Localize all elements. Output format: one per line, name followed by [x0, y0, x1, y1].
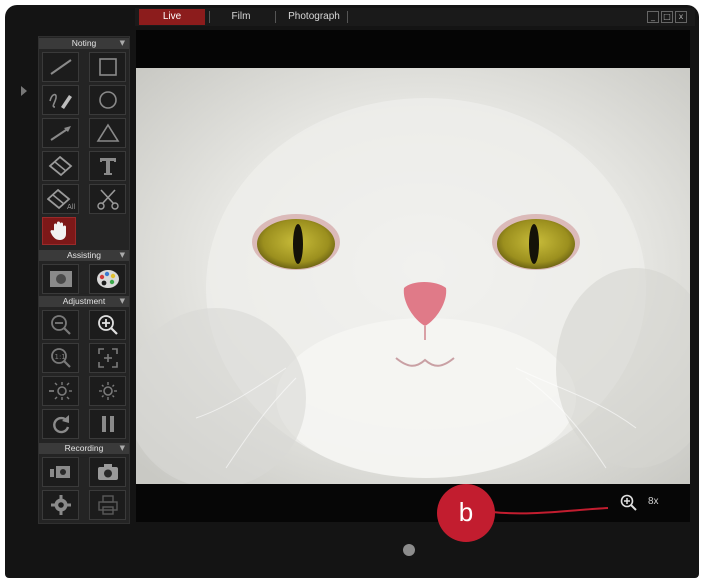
settings-button[interactable]	[42, 490, 79, 520]
eraser-tool-button[interactable]	[42, 151, 79, 181]
zoom-level-value: 8x	[648, 496, 659, 507]
minimize-button[interactable]: _	[647, 11, 659, 23]
rectangle-icon	[98, 58, 117, 76]
freehand-pencil-icon	[48, 93, 72, 109]
zoom-in-icon	[97, 315, 118, 335]
freehand-tool-button[interactable]	[42, 85, 79, 115]
brightness-up-button[interactable]	[89, 376, 126, 406]
section-label: Recording	[64, 443, 104, 453]
callout-badge: b	[437, 484, 495, 542]
brightness-up-icon	[98, 382, 117, 400]
scissors-tool-button[interactable]	[89, 184, 126, 214]
tab-photograph[interactable]: Photograph	[281, 9, 347, 25]
tab-divider	[275, 11, 276, 23]
settings-gear-icon	[50, 495, 71, 515]
section-noting[interactable]: Noting ▼	[39, 38, 129, 49]
brightness-down-button[interactable]	[42, 376, 79, 406]
brightness-down-icon	[48, 382, 72, 400]
live-camera-image[interactable]	[136, 68, 690, 484]
pause-icon	[101, 416, 114, 432]
color-palette-button[interactable]	[89, 264, 126, 294]
tab-divider	[347, 11, 348, 23]
hand-pan-tool-button[interactable]	[42, 217, 76, 245]
video-camera-icon	[49, 466, 70, 478]
rotate-button[interactable]	[42, 409, 79, 439]
clear-all-tool-button[interactable]: All	[42, 184, 79, 214]
callout-pointer-line	[491, 507, 609, 515]
zoom-out-icon	[50, 315, 71, 335]
tool-sidebar: Noting ▼ All Assisting ▼ Adjustment ▼ 1:…	[38, 36, 130, 524]
record-video-button[interactable]	[42, 457, 79, 487]
zoom-in-icon[interactable]	[620, 494, 638, 512]
actual-size-button[interactable]: 1:1	[42, 343, 79, 373]
triangle-tool-button[interactable]	[89, 118, 126, 148]
mode-tab-bar: Live Film Photograph _ □ x	[135, 8, 695, 26]
triangle-icon	[96, 123, 119, 142]
zoom-out-button[interactable]	[42, 310, 79, 340]
clear-all-icon: All	[46, 188, 75, 210]
section-adjustment[interactable]: Adjustment ▼	[39, 296, 129, 307]
tab-film[interactable]: Film	[215, 9, 267, 25]
maximize-button[interactable]: □	[661, 11, 673, 23]
zoom-in-button[interactable]	[89, 310, 126, 340]
section-label: Adjustment	[62, 296, 106, 306]
section-label: Noting	[71, 38, 97, 48]
line-tool-button[interactable]	[42, 52, 79, 82]
scissors-icon	[96, 189, 119, 210]
hand-pan-icon	[50, 221, 66, 240]
close-button[interactable]: x	[675, 11, 687, 23]
section-assisting[interactable]: Assisting ▼	[39, 250, 129, 261]
text-tool-button[interactable]	[89, 151, 126, 181]
text-icon	[99, 158, 116, 175]
arrow-line-icon	[49, 126, 71, 141]
svg-text:All: All	[67, 203, 75, 210]
chevron-down-icon[interactable]: ▼	[120, 38, 125, 49]
expand-arrow-icon[interactable]	[21, 86, 27, 96]
line-icon	[49, 59, 72, 75]
rotate-icon	[52, 415, 69, 434]
tab-live[interactable]: Live	[139, 9, 205, 25]
tab-divider	[209, 11, 210, 23]
svg-text:1:1: 1:1	[54, 353, 65, 361]
snapshot-button[interactable]	[89, 457, 126, 487]
section-recording[interactable]: Recording ▼	[39, 443, 129, 454]
rectangle-tool-button[interactable]	[89, 52, 126, 82]
chevron-down-icon[interactable]: ▼	[120, 443, 125, 454]
fit-screen-button[interactable]	[89, 343, 126, 373]
chevron-down-icon[interactable]: ▼	[120, 250, 125, 261]
color-palette-icon	[96, 270, 119, 288]
fit-screen-icon	[97, 348, 118, 368]
camera-icon	[97, 464, 118, 480]
window-controls: _ □ x	[647, 11, 687, 23]
section-label: Assisting	[66, 250, 101, 260]
circle-tool-button[interactable]	[89, 85, 126, 115]
display-icon	[49, 271, 72, 287]
pause-button[interactable]	[89, 409, 126, 439]
home-button[interactable]	[403, 544, 415, 556]
printer-icon	[97, 495, 118, 515]
live-preview-screen: 8x	[136, 30, 690, 522]
actual-size-icon: 1:1	[50, 348, 71, 368]
eraser-icon	[48, 155, 72, 177]
display-mode-button[interactable]	[42, 264, 79, 294]
chevron-down-icon[interactable]: ▼	[120, 296, 125, 307]
circle-icon	[98, 91, 117, 109]
print-button[interactable]	[89, 490, 126, 520]
arrow-line-tool-button[interactable]	[42, 118, 79, 148]
